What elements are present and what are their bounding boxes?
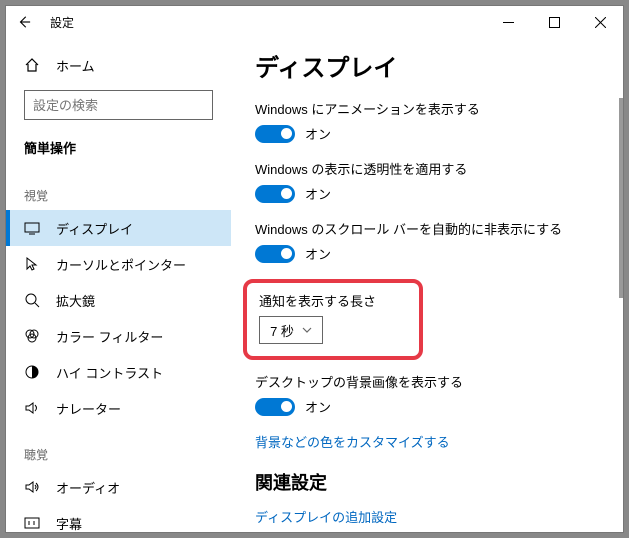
- toggle-state: オン: [305, 184, 331, 203]
- minimize-icon: [503, 17, 514, 28]
- toggle-state: オン: [305, 397, 331, 416]
- related-heading: 関連設定: [255, 469, 599, 495]
- setting-label: 通知を表示する長さ: [259, 291, 407, 310]
- audio-icon: [24, 479, 40, 495]
- toggle-state: オン: [305, 124, 331, 143]
- sidebar-item-narrator[interactable]: ナレーター: [6, 390, 231, 426]
- customize-colors-link[interactable]: 背景などの色をカスタマイズする: [255, 432, 599, 451]
- minimize-button[interactable]: [485, 6, 531, 38]
- close-button[interactable]: [577, 6, 623, 38]
- group-visual: 視覚: [6, 181, 231, 210]
- sidebar-item-label: ディスプレイ: [56, 219, 133, 238]
- home-button[interactable]: ホーム: [6, 48, 231, 82]
- sidebar-item-label: ハイ コントラスト: [56, 363, 163, 382]
- notification-duration-dropdown[interactable]: 7 秒: [259, 316, 323, 344]
- magnifier-icon: [24, 292, 40, 308]
- titlebar: 設定: [6, 6, 623, 38]
- search-input-wrapper[interactable]: [24, 90, 213, 120]
- category-label: 簡単操作: [6, 134, 231, 167]
- sidebar-item-colorfilter[interactable]: カラー フィルター: [6, 318, 231, 354]
- toggle-transparency[interactable]: [255, 185, 295, 203]
- setting-transparency: Windows の表示に透明性を適用する オン: [255, 159, 599, 203]
- narrator-icon: [24, 400, 40, 416]
- sidebar-item-label: オーディオ: [56, 478, 120, 497]
- scrollbar[interactable]: [617, 38, 623, 532]
- setting-label: Windows の表示に透明性を適用する: [255, 159, 599, 178]
- colorfilter-icon: [24, 328, 40, 344]
- chevron-down-icon: [302, 325, 312, 335]
- sidebar-item-label: 拡大鏡: [56, 291, 95, 310]
- sidebar-item-magnifier[interactable]: 拡大鏡: [6, 282, 231, 318]
- setting-scrollbar: Windows のスクロール バーを自動的に非表示にする オン: [255, 219, 599, 263]
- home-label: ホーム: [56, 56, 95, 75]
- sidebar: ホーム 簡単操作 視覚 ディスプレイ カーソルとポインター 拡大鏡: [6, 38, 231, 532]
- sidebar-item-label: 字幕: [56, 514, 82, 533]
- related-link-display[interactable]: ディスプレイの追加設定: [255, 507, 599, 526]
- close-icon: [595, 17, 606, 28]
- maximize-button[interactable]: [531, 6, 577, 38]
- captions-icon: [24, 515, 40, 531]
- window-title: 設定: [50, 14, 74, 31]
- sidebar-item-display[interactable]: ディスプレイ: [6, 210, 231, 246]
- display-icon: [24, 220, 40, 236]
- page-title: ディスプレイ: [255, 48, 599, 83]
- search-input[interactable]: [33, 98, 209, 113]
- arrow-left-icon: [17, 15, 31, 29]
- setting-label: Windows にアニメーションを表示する: [255, 99, 599, 118]
- cursor-icon: [24, 256, 40, 272]
- sidebar-item-label: カーソルとポインター: [56, 255, 186, 274]
- sidebar-item-label: ナレーター: [56, 399, 121, 418]
- settings-window: 設定 ホーム 簡単操作 視覚: [6, 6, 623, 532]
- toggle-state: オン: [305, 244, 331, 263]
- sidebar-item-label: カラー フィルター: [56, 327, 163, 346]
- setting-desktop-bg: デスクトップの背景画像を表示する オン: [255, 372, 599, 416]
- highlight-box: 通知を表示する長さ 7 秒: [243, 279, 423, 360]
- group-audio: 聴覚: [6, 440, 231, 469]
- sidebar-item-contrast[interactable]: ハイ コントラスト: [6, 354, 231, 390]
- toggle-desktop-bg[interactable]: [255, 398, 295, 416]
- toggle-animations[interactable]: [255, 125, 295, 143]
- setting-animations: Windows にアニメーションを表示する オン: [255, 99, 599, 143]
- toggle-scrollbar[interactable]: [255, 245, 295, 263]
- sidebar-item-captions[interactable]: 字幕: [6, 505, 231, 532]
- back-button[interactable]: [12, 10, 36, 34]
- contrast-icon: [24, 364, 40, 380]
- home-icon: [24, 57, 40, 73]
- maximize-icon: [549, 17, 560, 28]
- content-area: ディスプレイ Windows にアニメーションを表示する オン Windows …: [231, 38, 623, 532]
- sidebar-item-audio[interactable]: オーディオ: [6, 469, 231, 505]
- sidebar-item-cursor[interactable]: カーソルとポインター: [6, 246, 231, 282]
- setting-label: デスクトップの背景画像を表示する: [255, 372, 599, 391]
- dropdown-value: 7 秒: [270, 321, 294, 340]
- setting-label: Windows のスクロール バーを自動的に非表示にする: [255, 219, 599, 238]
- scrollbar-thumb[interactable]: [619, 98, 623, 298]
